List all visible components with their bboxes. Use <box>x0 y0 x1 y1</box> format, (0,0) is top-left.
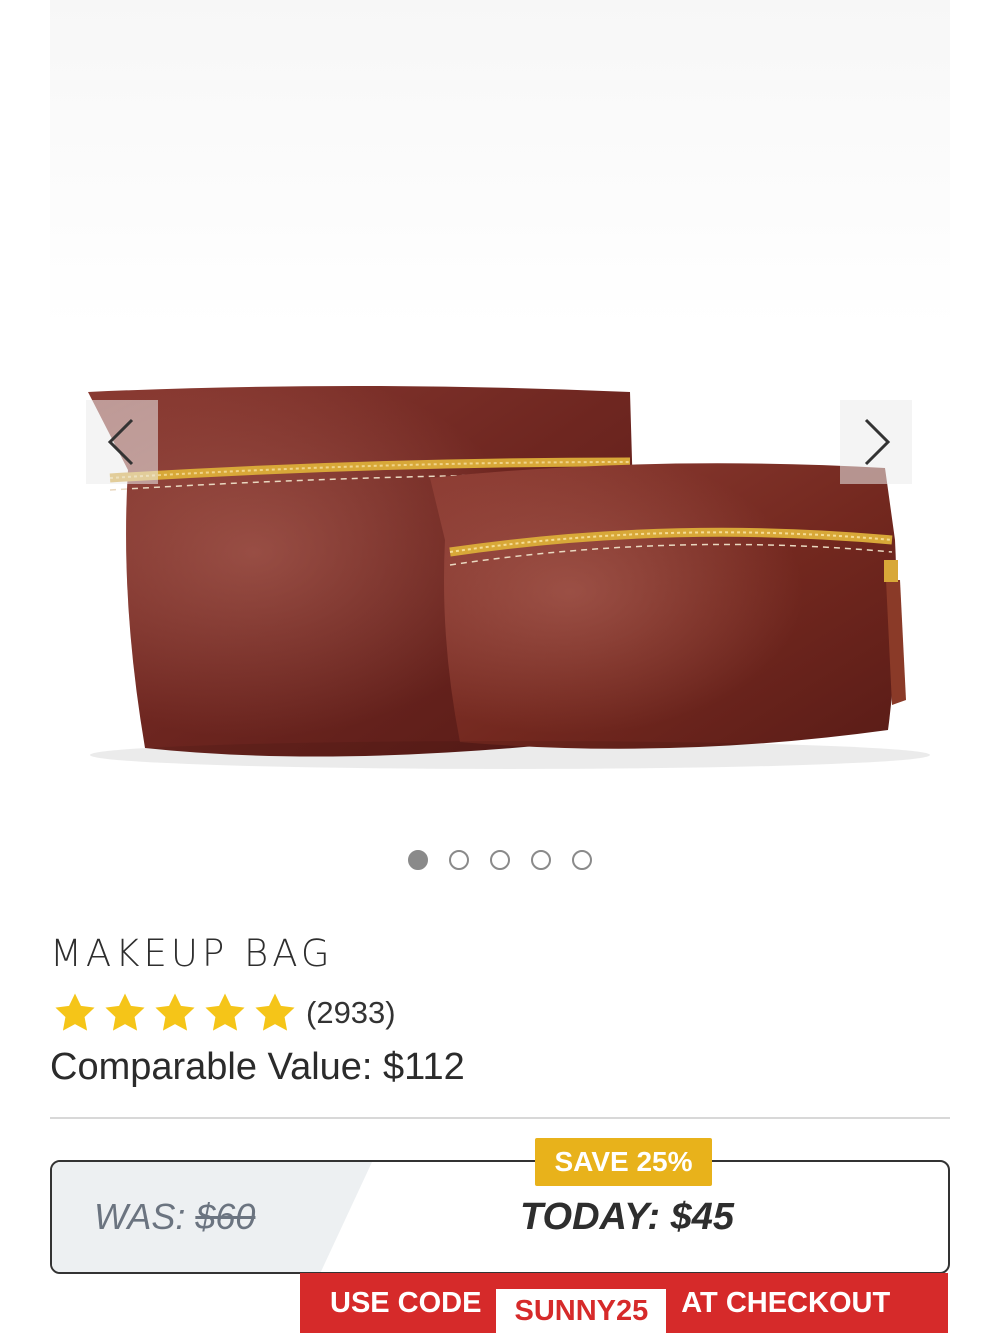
star-icon <box>105 993 145 1031</box>
was-amount: $60 <box>195 1196 256 1237</box>
promo-code[interactable]: SUNNY25 <box>496 1289 667 1333</box>
promo-suffix: AT CHECKOUT <box>681 1286 891 1319</box>
chevron-right-icon <box>864 418 891 466</box>
star-icon <box>155 993 195 1031</box>
chevron-left-icon <box>107 418 134 466</box>
today-price: TODAY: $45 <box>520 1196 735 1238</box>
was-price: WAS: $60 <box>94 1196 255 1238</box>
gallery-next-button[interactable] <box>840 400 912 484</box>
gallery-dot-3[interactable] <box>490 850 510 870</box>
promo-banner: USE CODE SUNNY25 AT CHECKOUT <box>300 1273 948 1333</box>
gallery-dot-1[interactable] <box>408 850 428 870</box>
was-label: WAS: <box>94 1196 196 1237</box>
product-rating[interactable]: (2933) <box>50 990 396 1036</box>
star-icon <box>255 993 295 1031</box>
divider <box>50 1117 950 1119</box>
promo-prefix: USE CODE <box>330 1286 482 1319</box>
comparable-value: Comparable Value: $112 <box>50 1046 465 1088</box>
product-title: MAKEUP BAG <box>50 932 334 975</box>
star-icon <box>55 993 95 1031</box>
gallery-dot-5[interactable] <box>572 850 592 870</box>
gallery-dot-4[interactable] <box>531 850 551 870</box>
product-image[interactable] <box>50 0 950 820</box>
star-icon <box>205 993 245 1031</box>
gallery-pagination <box>0 850 1000 870</box>
rating-count: (2933) <box>306 995 396 1030</box>
price-box: WAS: $60 TODAY: $45 <box>50 1160 950 1274</box>
product-gallery <box>0 0 1000 900</box>
makeup-bag-photo <box>88 386 930 769</box>
save-badge: SAVE 25% <box>535 1138 712 1186</box>
gallery-prev-button[interactable] <box>86 400 158 484</box>
gallery-dot-2[interactable] <box>449 850 469 870</box>
